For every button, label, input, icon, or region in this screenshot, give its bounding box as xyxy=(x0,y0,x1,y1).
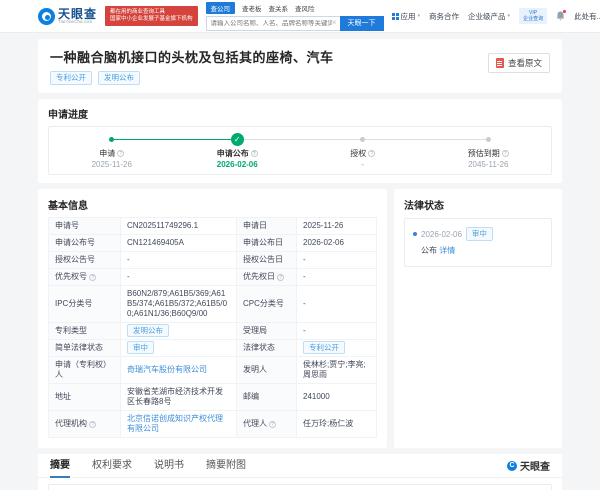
applicant-link[interactable]: 奇瑞汽车股份有限公司 xyxy=(127,365,207,374)
tab-abstract[interactable]: 摘要 xyxy=(50,454,70,478)
search-input[interactable] xyxy=(211,20,332,27)
tianyancha-logo[interactable]: 天眼查 TianYanCha.com xyxy=(38,8,97,25)
check-circle-icon: ✓ xyxy=(231,133,244,146)
promo-line2: 国家中小企业发展子基金旗下机构 xyxy=(110,16,193,23)
table-row: 专利类型 发明公布 受理局 - xyxy=(49,323,377,340)
step-application: 申请? 2025-11-26 xyxy=(49,133,175,169)
tianyancha-mark-icon: C xyxy=(507,461,517,471)
table-row: 地址 安徽省芜湖市经济技术开发区长春路8号 邮编 241000 xyxy=(49,384,377,411)
legal-status-item: 2026-02-06 审中 公布 详情 xyxy=(404,218,552,267)
clear-search-icon[interactable]: × xyxy=(332,19,337,27)
search-tab-relation[interactable]: 查关系 xyxy=(269,2,289,14)
chevron-down-icon: ▾ xyxy=(418,13,421,19)
tab-abstract-figure[interactable]: 摘要附图 xyxy=(206,454,246,478)
promo-line1: 都在用的商业查询工具 xyxy=(110,9,193,16)
tab-description[interactable]: 说明书 xyxy=(154,454,184,478)
tag-under-review: 审中 xyxy=(466,227,493,241)
top-header: 天眼查 TianYanCha.com 都在用的商业查询工具 国家中小企业发展子基… xyxy=(0,0,600,33)
search-area: 查公司 查老板 查关系 查风险 × 天眼一下 xyxy=(206,2,384,31)
bullet-dot xyxy=(413,232,417,236)
tag-patent-public: 专利公开 xyxy=(50,71,92,85)
nav-apps[interactable]: 应用 ▾ xyxy=(392,11,421,22)
section-title-basic-info: 基本信息 xyxy=(48,197,377,212)
brand-name: 天眼查 xyxy=(58,8,97,20)
info-icon[interactable]: ? xyxy=(368,150,375,157)
table-row: 申请公布号 CN121469405A 申请公布日 2026-02-06 xyxy=(49,235,377,252)
step-dot-pending xyxy=(486,137,491,142)
user-menu[interactable]: 此处有... ▾ xyxy=(574,11,600,22)
step-publication: ✓ 申请公布? 2026-02-06 xyxy=(175,133,301,169)
eye-logo-icon xyxy=(38,8,55,25)
search-button[interactable]: 天眼一下 xyxy=(340,16,384,31)
vip-badge[interactable]: VIP 企业查询 xyxy=(519,8,547,24)
nav-business-cooperation[interactable]: 商务合作 xyxy=(429,11,459,22)
info-icon[interactable]: ? xyxy=(251,150,258,157)
tab-claims[interactable]: 权利要求 xyxy=(92,454,132,478)
table-row: 申请（专利权）人 奇瑞汽车股份有限公司 发明人 侯林杉;贾宁;李亮;周思雨 xyxy=(49,357,377,384)
abstract-text: 本申请提供一种融合脑机接口的头枕及包括其的座椅、汽车，包括：头枕本体；头带，分为… xyxy=(48,484,552,490)
step-estimated-expiry: 预估到期? 2045-11-26 xyxy=(426,133,552,169)
info-icon[interactable]: ? xyxy=(89,421,96,428)
tag-invention-publication: 发明公布 xyxy=(127,324,169,337)
view-original-button[interactable]: 查看原文 xyxy=(488,53,550,73)
table-row: 简单法律状态 审中 法律状态 专利公开 xyxy=(49,340,377,357)
search-tabs: 查公司 查老板 查关系 查风险 xyxy=(206,2,384,14)
info-icon[interactable]: ? xyxy=(277,274,284,281)
search-tab-company[interactable]: 查公司 xyxy=(206,2,236,14)
brand-domain: TianYanCha.com xyxy=(58,20,97,25)
watermark-logo: C 天眼查 xyxy=(507,458,550,473)
section-title-legal-status: 法律状态 xyxy=(404,197,552,212)
info-icon[interactable]: ? xyxy=(502,150,509,157)
tag-under-review: 审中 xyxy=(127,341,154,354)
pdf-icon xyxy=(496,58,504,68)
header-nav: 应用 ▾ 商务合作 企业级产品 ▾ VIP 企业查询 此处有... ▾ xyxy=(392,8,600,24)
patent-title: 一种融合脑机接口的头枕及包括其的座椅、汽车 xyxy=(50,47,550,66)
step-dot-done xyxy=(109,137,114,142)
info-icon[interactable]: ? xyxy=(89,274,96,281)
tag-invention-publication: 发明公布 xyxy=(98,71,140,85)
nav-enterprise-products[interactable]: 企业级产品 ▾ xyxy=(468,11,510,22)
table-row: 代理机构 ? 北京信诺创成知识产权代理有限公司 代理人 ? 任万玲;杨仁波 xyxy=(49,411,377,438)
patent-tags: 专利公开 发明公布 xyxy=(50,71,550,85)
search-box: × xyxy=(206,16,340,31)
step-grant: 授权? - xyxy=(300,133,426,169)
basic-info-table: 申请号 CN202511749296.1 申请日 2025-11-26 申请公布… xyxy=(48,217,377,438)
table-row: 优先权号 ? - 优先权日 ? - xyxy=(49,269,377,286)
table-row: 授权公告号 - 授权公告日 - xyxy=(49,252,377,269)
legal-status-card: 法律状态 2026-02-06 审中 公布 详情 xyxy=(394,189,562,448)
notification-bell-icon[interactable] xyxy=(556,11,565,21)
basic-info-card: 基本信息 申请号 CN202511749296.1 申请日 2025-11-26… xyxy=(38,189,387,448)
info-icon[interactable]: ? xyxy=(117,150,124,157)
search-tab-boss[interactable]: 查老板 xyxy=(242,2,262,14)
table-row: 申请号 CN202511749296.1 申请日 2025-11-26 xyxy=(49,218,377,235)
search-tab-risk[interactable]: 查风险 xyxy=(295,2,315,14)
progress-timeline: 申请? 2025-11-26 ✓ 申请公布? 2026-02-06 授权? - … xyxy=(48,126,552,175)
apps-grid-icon xyxy=(392,13,399,20)
promo-banner: 都在用的商业查询工具 国家中小企业发展子基金旗下机构 xyxy=(105,6,198,26)
detail-link[interactable]: 详情 xyxy=(439,246,455,255)
table-row: IPC分类号 B60N2/879;A61B5/369;A61B5/374;A61… xyxy=(49,286,377,323)
tag-patent-public: 专利公开 xyxy=(303,341,345,354)
section-title-progress: 申请进度 xyxy=(48,106,552,121)
info-icon[interactable]: ? xyxy=(269,421,276,428)
chevron-down-icon: ▾ xyxy=(508,13,511,19)
agency-link[interactable]: 北京信诺创成知识产权代理有限公司 xyxy=(127,414,223,433)
step-dot-pending xyxy=(360,137,365,142)
detail-tabs: 摘要 权利要求 说明书 摘要附图 C 天眼查 xyxy=(38,454,562,478)
